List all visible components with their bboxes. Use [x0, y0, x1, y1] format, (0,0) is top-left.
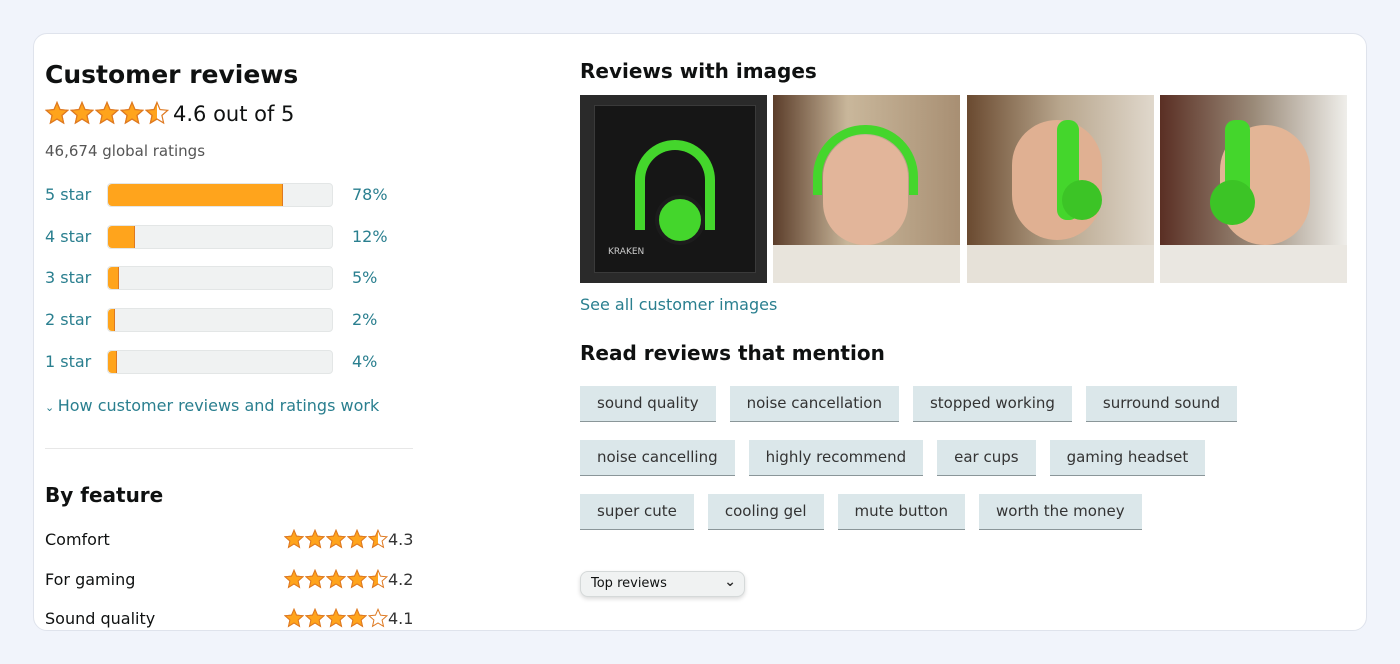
see-all-images-link[interactable]: See all customer images: [580, 295, 777, 314]
star-icon: [305, 568, 325, 588]
histogram-fill: [108, 309, 115, 332]
star-icon: [305, 608, 325, 628]
box-text: KRAKEN: [608, 247, 645, 257]
star-icon: [347, 568, 367, 588]
star-icon: [368, 608, 388, 628]
page-title: Customer reviews: [45, 60, 299, 89]
mention-chip[interactable]: ear cups: [937, 440, 1036, 476]
histogram-label[interactable]: 5 star: [45, 185, 91, 204]
histogram-fill: [108, 184, 283, 206]
feature-stars: [284, 568, 388, 589]
rating-text: 4.6 out of 5: [173, 102, 295, 126]
rating-stars: [45, 101, 169, 125]
histogram-bar[interactable]: [107, 224, 333, 249]
review-image-1[interactable]: KRAKEN: [580, 95, 767, 283]
histogram-bar[interactable]: [107, 308, 333, 333]
histogram-bar[interactable]: [107, 183, 333, 207]
histogram-percent[interactable]: 4%: [352, 352, 377, 371]
star-icon: [284, 529, 304, 549]
mention-chip[interactable]: cooling gel: [707, 494, 824, 530]
histogram-bar[interactable]: [107, 266, 333, 291]
histogram-fill: [108, 225, 135, 248]
mention-chip[interactable]: stopped working: [912, 386, 1072, 422]
histogram-percent[interactable]: 12%: [352, 227, 388, 246]
star-icon: [326, 568, 346, 588]
mention-chip[interactable]: surround sound: [1085, 386, 1237, 422]
feature-stars: [284, 529, 388, 549]
global-ratings: 46,674 global ratings: [45, 142, 206, 160]
histogram-fill: [108, 350, 117, 373]
star-icon: [120, 101, 144, 125]
reviews-card: Customer reviews 4.6 out of 5 46,674 glo…: [33, 33, 1367, 631]
sort-dropdown[interactable]: Top reviews ⌄: [580, 571, 745, 597]
sort-selected: Top reviews: [591, 576, 667, 591]
how-reviews-work-link[interactable]: ⌄ How customer reviews and ratings work: [45, 396, 379, 415]
review-image-4[interactable]: [1160, 95, 1347, 283]
histogram-percent[interactable]: 5%: [352, 268, 377, 287]
feature-name: Comfort: [45, 530, 110, 549]
feature-name: Sound quality: [45, 609, 156, 628]
mention-chip[interactable]: mute button: [837, 494, 966, 530]
star-icon: [45, 101, 69, 125]
mention-chip[interactable]: gaming headset: [1049, 440, 1206, 476]
histogram-fill: [108, 267, 120, 290]
star-icon: [284, 568, 304, 588]
feature-stars: [284, 608, 388, 628]
how-link-text: How customer reviews and ratings work: [57, 396, 380, 415]
star-icon: [347, 608, 367, 628]
mentions-title: Read reviews that mention: [580, 341, 885, 365]
star-icon: [326, 608, 346, 628]
star-icon: [305, 529, 325, 549]
star-icon: [368, 568, 388, 588]
chevron-down-icon: ⌄: [45, 401, 58, 414]
feature-rating: 4.2: [388, 569, 414, 589]
mention-chip[interactable]: noise cancellation: [729, 386, 899, 422]
histogram-percent[interactable]: 78%: [352, 185, 388, 204]
histogram-label[interactable]: 3 star: [45, 268, 91, 287]
divider: [45, 448, 413, 449]
mention-chip[interactable]: super cute: [580, 494, 694, 530]
star-icon: [347, 529, 367, 549]
images-title: Reviews with images: [580, 59, 817, 83]
review-image-2[interactable]: [773, 95, 960, 283]
histogram-percent[interactable]: 2%: [352, 310, 377, 329]
histogram-bar[interactable]: [107, 349, 333, 374]
mention-chip[interactable]: sound quality: [580, 386, 716, 422]
review-image-3[interactable]: [967, 95, 1154, 283]
mention-chips: sound quality noise cancellation stopped w…: [580, 386, 1260, 548]
star-icon: [326, 529, 346, 549]
histogram-label[interactable]: 2 star: [45, 310, 91, 329]
feature-name: For gaming: [45, 569, 136, 589]
feature-rating: 4.3: [388, 530, 414, 549]
star-icon: [70, 101, 94, 125]
histogram-label[interactable]: 1 star: [45, 352, 91, 371]
feature-rating: 4.1: [388, 609, 414, 628]
chevron-down-icon: ⌄: [724, 574, 736, 590]
star-icon: [95, 101, 119, 125]
mention-chip[interactable]: worth the money: [979, 494, 1142, 530]
mention-chip[interactable]: noise cancelling: [580, 440, 735, 476]
star-icon: [284, 608, 304, 628]
mention-chip[interactable]: highly recommend: [748, 440, 924, 476]
by-feature-title: By feature: [45, 483, 164, 507]
star-icon: [145, 101, 169, 125]
histogram-label[interactable]: 4 star: [45, 227, 91, 246]
star-icon: [368, 529, 388, 549]
